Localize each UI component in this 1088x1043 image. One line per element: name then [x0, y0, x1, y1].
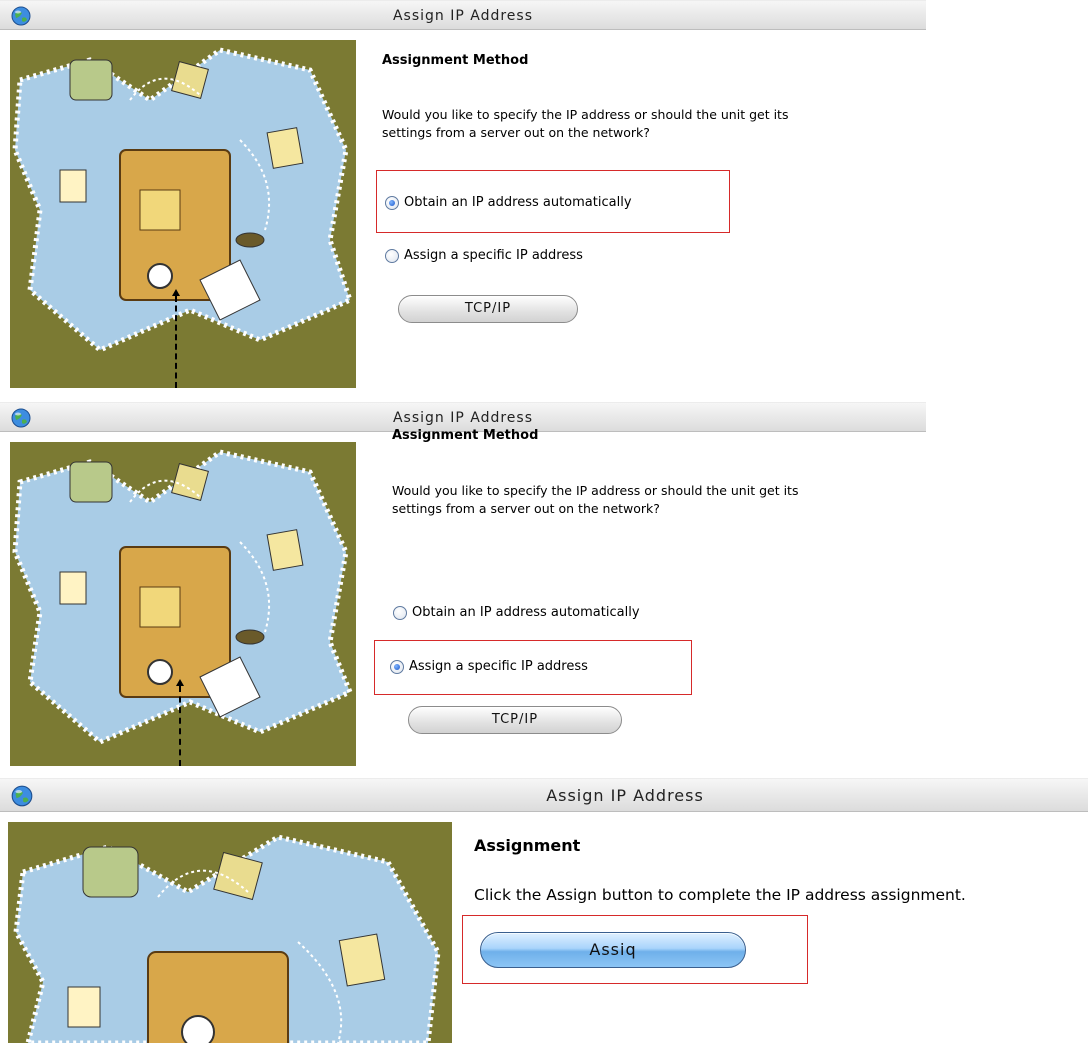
radio-obtain-automatic[interactable]: Obtain an IP address automatically [385, 195, 632, 210]
tcpip-button[interactable]: TCP/IP [408, 706, 622, 734]
description-line: settings from a server out on the networ… [392, 501, 660, 516]
wizard-illustration [8, 822, 452, 1043]
section-description: Would you like to specify the IP address… [382, 106, 788, 142]
dialog-panel-1: Assign IP Address Assignment Method Woul… [0, 0, 926, 388]
radio-label: Obtain an IP address automatically [404, 195, 632, 210]
section-description: Click the Assign button to complete the … [474, 886, 966, 904]
radio-icon[interactable] [385, 195, 399, 210]
radio-obtain-automatic[interactable]: Obtain an IP address automatically [393, 605, 640, 620]
description-line: Would you like to specify the IP address… [382, 107, 789, 122]
indicator-arrow-line [179, 686, 181, 766]
title-bar: Assign IP Address [0, 778, 1088, 812]
radio-assign-specific[interactable]: Assign a specific IP address [385, 248, 583, 263]
window-title: Assign IP Address [546, 786, 704, 805]
description-line: Would you like to specify the IP address… [392, 483, 799, 498]
section-heading: Assignment Method [382, 53, 529, 68]
description-line: settings from a server out on the networ… [382, 125, 650, 140]
arrow-up-icon [172, 289, 180, 296]
section-heading: Assignment Method [392, 428, 539, 443]
radio-icon[interactable] [385, 248, 399, 263]
wizard-illustration [10, 40, 356, 388]
dialog-panel-3: Assign IP Address Assignment Click the A… [0, 778, 1088, 1043]
section-description: Would you like to specify the IP address… [392, 482, 798, 518]
radio-icon[interactable] [393, 605, 407, 620]
radio-label: Assign a specific IP address [409, 659, 588, 674]
radio-label: Assign a specific IP address [404, 248, 583, 263]
dialog-panel-2: Assign IP Address Assignment Method Woul… [0, 402, 926, 766]
radio-assign-specific[interactable]: Assign a specific IP address [390, 659, 588, 674]
radio-label: Obtain an IP address automatically [412, 605, 640, 620]
wizard-illustration [10, 442, 356, 766]
radio-icon[interactable] [390, 659, 404, 674]
section-heading: Assignment [474, 836, 581, 855]
indicator-arrow-line [175, 296, 177, 388]
title-bar: Assign IP Address [0, 0, 926, 30]
window-title: Assign IP Address [392, 8, 534, 24]
tcpip-button[interactable]: TCP/IP [398, 295, 578, 323]
arrow-up-icon [176, 679, 184, 686]
assign-button[interactable]: Assiq [480, 932, 746, 968]
